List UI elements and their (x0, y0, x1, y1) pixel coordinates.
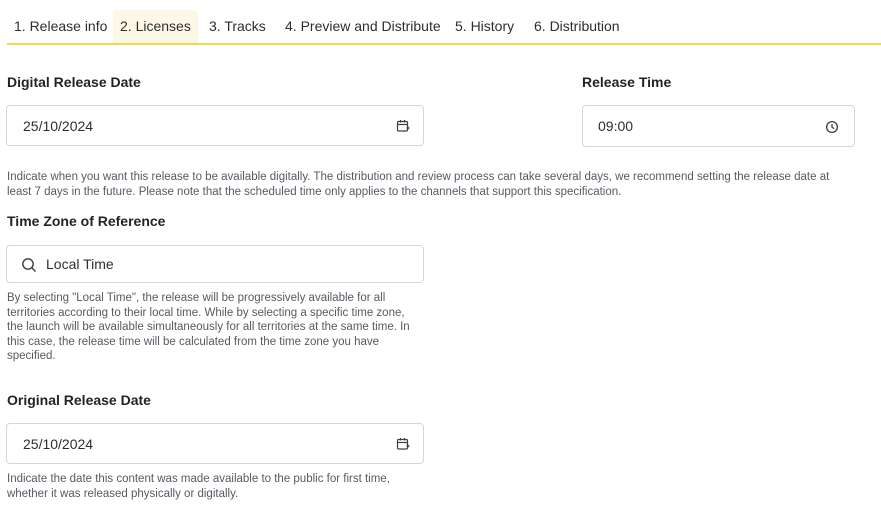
tab-tracks[interactable]: 3. Tracks (202, 10, 273, 43)
digital-release-help-text: Indicate when you want this release to b… (7, 171, 830, 198)
digital-release-date-label: Digital Release Date (7, 74, 141, 90)
time-zone-search-field[interactable]: Local Time (6, 245, 424, 283)
tab-history[interactable]: 5. History (448, 10, 521, 43)
calendar-icon[interactable] (396, 437, 410, 451)
tab-distribution[interactable]: 6. Distribution (527, 10, 627, 43)
clock-icon[interactable] (825, 120, 839, 134)
original-release-date-value: 25/10/2024 (23, 436, 94, 452)
original-release-help-text: Indicate the date this content was made … (7, 473, 390, 500)
time-zone-value: Local Time (46, 256, 114, 272)
step-tabs: 1. Release info 2. Licenses 3. Tracks 4.… (7, 10, 881, 45)
calendar-icon[interactable] (396, 119, 410, 133)
search-icon (22, 258, 36, 272)
original-release-date-field[interactable]: 25/10/2024 (6, 423, 424, 464)
tab-preview-and-distribute[interactable]: 4. Preview and Distribute (278, 10, 448, 43)
tab-licenses[interactable]: 2. Licenses (113, 10, 198, 43)
time-zone-label: Time Zone of Reference (7, 213, 166, 229)
digital-release-date-field[interactable]: 25/10/2024 (6, 105, 424, 146)
digital-release-date-value: 25/10/2024 (23, 118, 94, 134)
tab-release-info[interactable]: 1. Release info (7, 10, 114, 43)
release-time-value: 09:00 (598, 118, 634, 134)
time-zone-help-text: By selecting "Local Time", the release w… (7, 292, 410, 362)
release-time-field[interactable]: 09:00 (582, 105, 855, 147)
release-time-label: Release Time (582, 74, 672, 90)
original-release-date-label: Original Release Date (7, 392, 151, 408)
